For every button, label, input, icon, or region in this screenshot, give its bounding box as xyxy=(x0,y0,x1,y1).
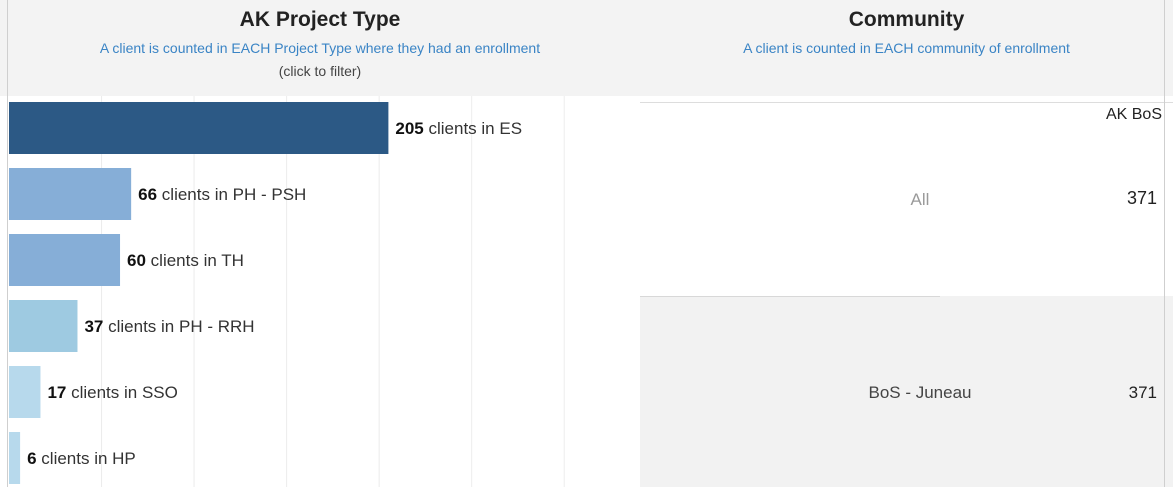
row-divider xyxy=(640,296,940,297)
bar-hp[interactable] xyxy=(9,432,21,484)
bar-label: 205 clients in ES xyxy=(395,119,522,138)
project-type-bar-chart[interactable]: 205 clients in ES 66 clients in PH - PSH 6… xyxy=(0,0,640,487)
bar-ph-rrh[interactable] xyxy=(9,300,78,352)
bar-label: 60 clients in TH xyxy=(127,251,244,270)
bar-es[interactable] xyxy=(9,102,389,154)
column-header-ak-bos: AK BoS xyxy=(1105,106,1162,123)
bar-ph-psh[interactable] xyxy=(9,168,132,220)
bar-label: 37 clients in PH - RRH xyxy=(84,317,254,336)
bar-sso[interactable] xyxy=(9,366,41,418)
row-value-bos-juneau: 371 xyxy=(1128,383,1157,402)
row-label-all[interactable]: All xyxy=(790,190,1050,210)
bar-th[interactable] xyxy=(9,234,121,286)
community-title: Community xyxy=(848,8,965,31)
bar-label: 66 clients in PH - PSH xyxy=(138,185,306,204)
bar-label: 17 clients in SSO xyxy=(47,383,177,402)
community-panel: Community A client is counted in EACH co… xyxy=(640,0,1173,487)
project-type-panel: AK Project Type A client is counted in E… xyxy=(0,0,640,487)
plot-area xyxy=(9,96,640,487)
bar-label: 6 clients in HP xyxy=(27,449,136,468)
row-value-all: 371 xyxy=(1126,188,1157,208)
community-subtitle: A client is counted in EACH community of… xyxy=(743,40,1070,56)
left-frame-line xyxy=(7,0,8,487)
right-frame-line xyxy=(1164,0,1165,487)
column-header-rule xyxy=(640,102,1173,103)
row-label-bos-juneau[interactable]: BoS - Juneau xyxy=(790,383,1050,403)
